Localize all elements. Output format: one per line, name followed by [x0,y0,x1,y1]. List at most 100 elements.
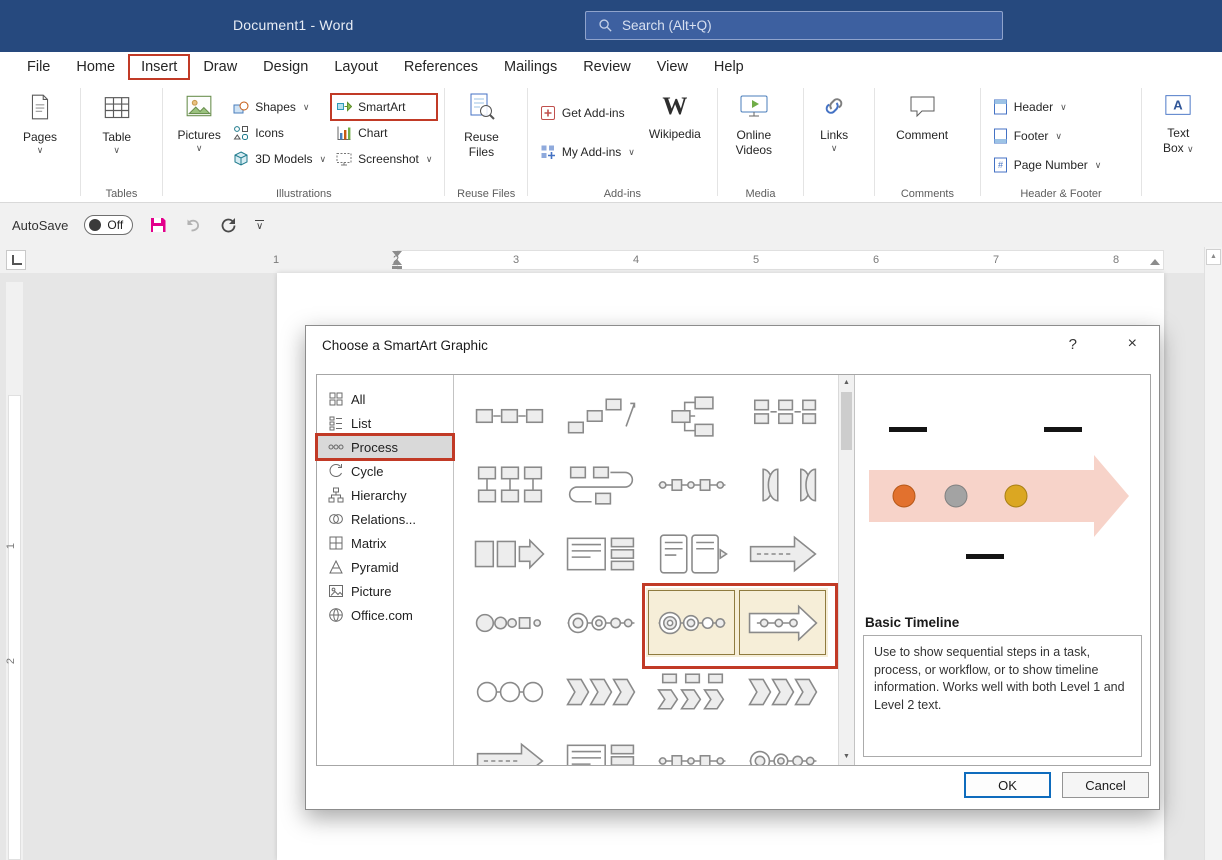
tab-references[interactable]: References [391,54,491,80]
links-button[interactable]: Links ∨ [811,88,857,154]
dialog-help-button[interactable]: ? [1069,336,1077,353]
gallery-item-basic-timeline[interactable] [737,588,828,657]
gallery-item-timeline-dot-process[interactable] [646,450,737,519]
save-icon[interactable] [149,216,167,234]
gallery-item-closed-chevron-process[interactable] [737,657,828,726]
category-all[interactable]: All [317,387,453,411]
gallery-item-basic-process[interactable] [464,381,555,450]
wikipedia-button[interactable]: W Wikipedia [640,88,710,142]
gallery-item-picture-accent-process[interactable] [464,519,555,588]
tab-layout[interactable]: Layout [321,54,391,80]
tab-view[interactable]: View [644,54,701,80]
autosave-toggle[interactable]: Off [84,215,133,235]
comment-button[interactable]: Comment [882,88,962,143]
gallery-item-process-blocks[interactable] [464,450,555,519]
scroll-up-arrow[interactable]: ▲ [1206,249,1221,265]
tab-help[interactable]: Help [701,54,757,80]
icons-button[interactable]: Icons [228,120,331,146]
reuse-files-button[interactable]: ReuseFiles [452,88,510,160]
dialog-close-button[interactable]: × [1128,335,1137,353]
footer-button[interactable]: Footer ∨ [988,123,1107,149]
gallery-item-grouped-list[interactable] [646,519,737,588]
gallery-item-interconnected-arrows[interactable] [464,726,555,765]
category-process[interactable]: Process [317,435,453,459]
gallery-item-alternating-flow[interactable] [646,381,737,450]
scroll-up-arrow[interactable]: ▲ [839,375,854,391]
3d-models-label: 3D Models [255,152,312,166]
footer-label: Footer [1014,129,1049,143]
gallery-item-linked-circles[interactable] [464,657,555,726]
category-office-com[interactable]: Office.com [317,603,453,627]
gallery-item-accent-process[interactable] [737,381,828,450]
gallery-item-detailed-process[interactable] [555,519,646,588]
gallery-scrollbar[interactable]: ▲ ▼ [838,375,854,765]
ok-button[interactable]: OK [964,772,1051,798]
links-chain-icon [821,93,847,119]
category-pyramid[interactable]: Pyramid [317,555,453,579]
scrollbar-thumb[interactable] [841,392,852,450]
category-hierarchy[interactable]: Hierarchy [317,483,453,507]
category-matrix[interactable]: Matrix [317,531,453,555]
table-button[interactable]: Table ∨ [88,88,146,156]
addins-column: Get Add-ins My Add-ins ∨ [535,88,640,165]
pictures-button[interactable]: Pictures ∨ [170,88,228,154]
chevron-down-icon: ∨ [1055,131,1062,142]
tab-review[interactable]: Review [570,54,644,80]
autosave-label: AutoSave [12,218,68,233]
tab-file[interactable]: File [14,54,63,80]
gallery-item-repeating-bending-process[interactable] [555,450,646,519]
gallery-item-arrow-ribbon[interactable] [737,519,828,588]
ribbon-group-media: OnlineVideos Media [718,82,803,202]
tab-home[interactable]: Home [63,54,128,80]
gallery-item-chevron-circle-process[interactable] [737,726,828,765]
cancel-button[interactable]: Cancel [1062,772,1149,798]
window-scrollbar[interactable]: ▲ [1204,247,1222,860]
category-list-item[interactable]: List [317,411,453,435]
my-addins-button[interactable]: My Add-ins ∨ [535,139,640,165]
customize-qat-icon[interactable]: ∨ [255,220,264,230]
gallery-item-circle-link-process[interactable] [646,726,737,765]
chart-button[interactable]: Chart [331,120,437,146]
tab-draw[interactable]: Draw [190,54,250,80]
gallery-item-descending-process[interactable] [464,588,555,657]
category-cycle[interactable]: Cycle [317,459,453,483]
redo-refresh-icon[interactable] [219,216,239,234]
tab-design[interactable]: Design [250,54,321,80]
page-number-button[interactable]: # Page Number ∨ [988,152,1107,178]
hanging-indent-marker[interactable] [392,259,402,265]
tab-mailings[interactable]: Mailings [491,54,570,80]
screenshot-icon [336,151,352,167]
gallery-item-circle-process[interactable] [646,588,737,657]
shapes-button[interactable]: Shapes ∨ [228,94,331,120]
get-addins-button[interactable]: Get Add-ins [535,100,640,126]
category-relationship[interactable]: Relations... [317,507,453,531]
gallery-item-circle-accent-timeline[interactable] [555,588,646,657]
gallery-item-step-up-process[interactable] [555,381,646,450]
dialog-title: Choose a SmartArt Graphic [322,338,488,353]
screenshot-button[interactable]: Screenshot ∨ [331,146,437,172]
list-icon [328,415,344,431]
gallery-item-converging-text[interactable] [737,450,828,519]
search-input[interactable]: Search (Alt+Q) [585,11,1003,40]
group-label-media: Media [718,188,803,200]
scroll-down-arrow[interactable]: ▼ [839,749,854,765]
gallery-item-basic-chevron-process[interactable] [555,657,646,726]
3d-models-button[interactable]: 3D Models ∨ [228,146,331,172]
gallery-item-chevron-accent-process[interactable] [646,657,737,726]
text-box-button[interactable]: A Text Box ∨ [1149,88,1207,156]
gallery-item-process-list[interactable] [555,726,646,765]
left-indent-marker[interactable] [392,266,402,269]
online-videos-button[interactable]: OnlineVideos [725,88,783,158]
undo-icon[interactable] [183,216,203,234]
right-indent-marker[interactable] [1150,259,1160,265]
chevron-down-icon: ∨ [320,154,327,165]
pages-button[interactable]: Pages ∨ [11,88,69,156]
category-picture[interactable]: Picture [317,579,453,603]
tab-stop-selector[interactable] [6,250,26,270]
smartart-button[interactable]: SmartArt [331,94,437,120]
smartart-label: SmartArt [358,100,405,114]
first-line-indent-marker[interactable] [392,251,402,257]
chevron-down-icon: ∨ [196,143,203,154]
header-button[interactable]: Header ∨ [988,94,1107,120]
tab-insert[interactable]: Insert [128,54,190,80]
